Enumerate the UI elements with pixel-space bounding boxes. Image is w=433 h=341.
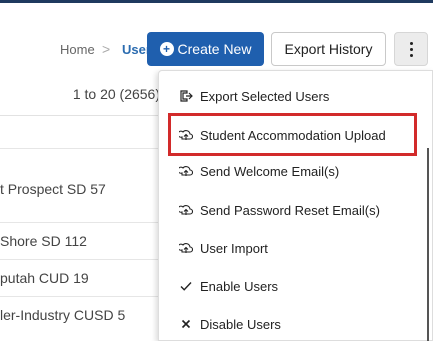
table-row[interactable]: ler-Industry CUSD 5 [0,296,160,333]
menu-item-user-import[interactable]: User Import [179,236,268,260]
check-icon [179,279,193,293]
upload-icon [179,241,193,255]
pagination-text: 1 to 20 (2656) [72,86,160,102]
menu-item-send-password-reset-email[interactable]: Send Password Reset Email(s) [179,198,380,222]
menu-item-label: Enable Users [200,278,279,294]
export-icon [179,89,193,103]
upload-icon [179,128,193,142]
table-cell: Shore SD 112 [0,233,87,249]
kebab-icon [409,41,413,57]
upload-icon [179,203,193,217]
menu-item-export-selected[interactable]: Export Selected Users [179,84,329,108]
menu-item-enable-users[interactable]: Enable Users [179,274,278,298]
table-cell: ler-Industry CUSD 5 [0,307,126,323]
scrollbar[interactable] [427,148,429,341]
table-row[interactable]: t Prospect SD 57 [0,148,160,222]
create-new-button[interactable]: + Create New [147,32,264,66]
menu-item-send-welcome-email[interactable]: Send Welcome Email(s) [179,159,339,183]
table-row[interactable]: putah CUD 19 [0,259,160,296]
menu-item-label: Student Accommodation Upload [200,127,386,143]
upload-icon [179,164,193,178]
breadcrumb-home[interactable]: Home [60,42,95,57]
more-actions-button[interactable] [394,32,428,66]
menu-item-disable-users[interactable]: Disable Users [179,312,281,336]
x-icon [179,317,193,331]
page-header: Home > Users + Create New Export History [0,3,433,66]
export-history-button[interactable]: Export History [271,32,386,66]
menu-item-label: Send Password Reset Email(s) [200,202,380,218]
table-cell: t Prospect SD 57 [0,181,106,197]
user-table: t Prospect SD 57 Shore SD 112 putah CUD … [0,148,160,333]
breadcrumb-separator: > [102,41,111,57]
menu-item-label: User Import [200,240,268,256]
create-new-label: Create New [177,41,252,57]
menu-item-label: Export Selected Users [200,88,330,104]
plus-circle-icon: + [159,42,174,56]
menu-item-label: Disable Users [200,316,281,332]
menu-item-label: Send Welcome Email(s) [200,163,340,179]
actions-dropdown-menu: Export Selected Users Student Accommodat… [158,70,433,341]
table-cell: putah CUD 19 [0,270,89,286]
table-row[interactable]: Shore SD 112 [0,222,160,259]
pagination-bar: 1 to 20 (2656) [0,70,160,116]
menu-item-student-accommodation-upload[interactable]: Student Accommodation Upload [179,123,386,147]
